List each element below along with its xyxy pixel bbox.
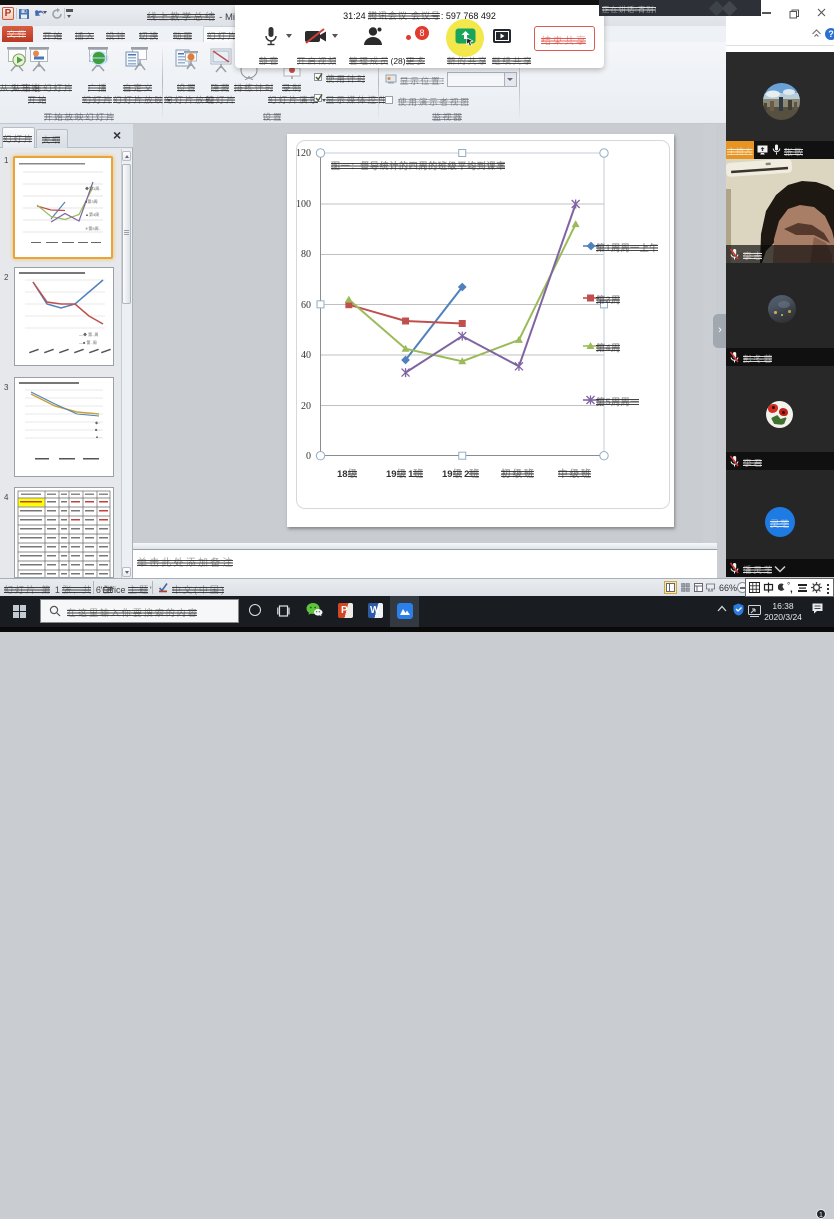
svg-text:■..: ■.. bbox=[95, 427, 100, 432]
svg-text:—■ 第..周: —■ 第..周 bbox=[79, 339, 97, 345]
svg-text:▲..: ▲.. bbox=[95, 434, 101, 439]
svg-text:◆..: ◆.. bbox=[95, 420, 100, 425]
svg-text:✳第5周..: ✳第5周.. bbox=[85, 225, 101, 231]
svg-text:—◆ 第..周: —◆ 第..周 bbox=[79, 331, 98, 337]
svg-text:▲第4周: ▲第4周 bbox=[85, 211, 99, 217]
svg-text:◆第1周..: ◆第1周.. bbox=[85, 185, 101, 191]
svg-text:■第3周: ■第3周 bbox=[85, 198, 98, 204]
